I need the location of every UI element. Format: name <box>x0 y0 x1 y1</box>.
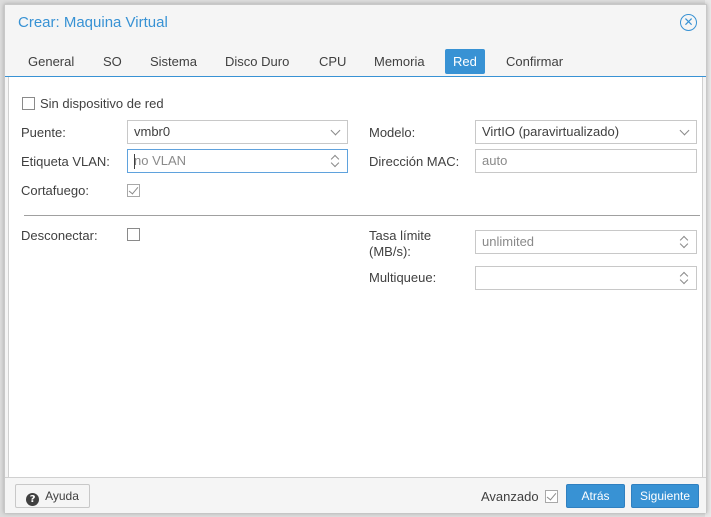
chevron-down-icon <box>679 125 690 136</box>
bridge-select[interactable]: vmbr0 <box>127 120 348 144</box>
tab-memoria[interactable]: Memoria <box>366 49 433 74</box>
bridge-value: vmbr0 <box>134 124 171 139</box>
disconnect-label: Desconectar: <box>21 228 98 243</box>
tab-red[interactable]: Red <box>445 49 485 74</box>
vlan-tag-placeholder: no VLAN <box>134 153 187 168</box>
dialog-header: Crear: Maquina Virtual ✕ <box>5 5 706 41</box>
tab-so[interactable]: SO <box>95 49 130 74</box>
rate-limit-label-line1: Tasa límite <box>369 228 432 243</box>
rate-limit-spinner-icon[interactable] <box>678 234 690 250</box>
tab-bar: General SO Sistema Disco Duro CPU Memori… <box>5 41 706 77</box>
multiqueue-spinner-icon[interactable] <box>678 270 690 286</box>
vlan-spinner-icon[interactable] <box>329 153 341 169</box>
tab-sistema[interactable]: Sistema <box>142 49 205 74</box>
bridge-label: Puente: <box>21 125 66 140</box>
help-label: Ayuda <box>45 489 79 503</box>
dialog-footer: ? Ayuda Avanzado Atrás Siguiente <box>5 477 706 513</box>
advanced-checkbox[interactable] <box>545 490 558 503</box>
model-label: Modelo: <box>369 125 416 140</box>
no-network-device-label: Sin dispositivo de red <box>40 96 164 111</box>
next-button[interactable]: Siguiente <box>631 484 699 508</box>
advanced-label: Avanzado <box>481 489 539 504</box>
mac-address-input[interactable]: auto <box>475 149 697 173</box>
tab-cpu[interactable]: CPU <box>311 49 354 74</box>
tab-disco-duro[interactable]: Disco Duro <box>217 49 297 74</box>
no-network-device-checkbox[interactable] <box>22 97 35 110</box>
chevron-down-icon <box>330 125 341 136</box>
tab-confirmar[interactable]: Confirmar <box>498 49 571 74</box>
dialog-title: Crear: Maquina Virtual <box>18 14 168 31</box>
rate-limit-label-line2: (MB/s): <box>369 244 411 259</box>
back-button[interactable]: Atrás <box>566 484 625 508</box>
question-circle-icon: ? <box>26 493 40 506</box>
firewall-label: Cortafuego: <box>21 183 89 198</box>
close-icon[interactable]: ✕ <box>680 14 697 31</box>
multiqueue-input[interactable] <box>475 266 697 290</box>
section-divider <box>24 215 700 216</box>
mac-address-label: Dirección MAC: <box>369 154 460 169</box>
mac-address-placeholder: auto <box>482 153 508 168</box>
model-value: VirtIO (paravirtualizado) <box>482 124 620 139</box>
disconnect-checkbox[interactable] <box>127 228 140 241</box>
rate-limit-input[interactable]: unlimited <box>475 230 697 254</box>
create-vm-dialog: Crear: Maquina Virtual ✕ General SO Sist… <box>4 4 707 513</box>
model-select[interactable]: VirtIO (paravirtualizado) <box>475 120 697 144</box>
vlan-tag-input[interactable]: no VLAN <box>127 149 348 173</box>
tab-general[interactable]: General <box>20 49 82 74</box>
firewall-checkbox[interactable] <box>127 184 140 197</box>
text-caret <box>134 154 135 169</box>
vlan-tag-label: Etiqueta VLAN: <box>21 154 110 169</box>
help-button[interactable]: ? Ayuda <box>15 484 90 508</box>
rate-limit-placeholder: unlimited <box>482 234 535 249</box>
multiqueue-label: Multiqueue: <box>369 270 437 285</box>
network-form-panel: Sin dispositivo de red Puente: vmbr0 Eti… <box>8 77 703 477</box>
